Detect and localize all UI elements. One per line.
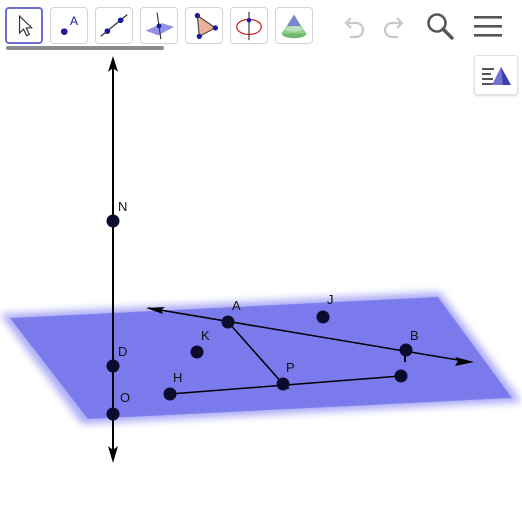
menu-icon xyxy=(474,16,502,37)
point-unlabeled[interactable] xyxy=(394,369,408,383)
cone-solid-tool-button[interactable] xyxy=(275,7,313,44)
redo-button[interactable] xyxy=(376,9,410,43)
move-tool-button[interactable] xyxy=(5,7,43,44)
plane-tool-button[interactable] xyxy=(140,7,178,44)
svg-text:P: P xyxy=(286,360,295,375)
main-menu-button[interactable] xyxy=(471,9,505,43)
point-n[interactable]: N xyxy=(106,199,128,228)
svg-text:A: A xyxy=(70,14,79,28)
circle-axis-tool-icon xyxy=(236,11,262,41)
svg-text:A: A xyxy=(232,298,241,313)
toolbar: A xyxy=(0,0,522,52)
polygon-tool-button[interactable] xyxy=(185,7,223,44)
line-tool-button[interactable] xyxy=(95,7,133,44)
svg-text:H: H xyxy=(173,370,182,385)
circle-axis-tool-button[interactable] xyxy=(230,7,268,44)
search-icon xyxy=(427,13,454,40)
toolbar-scrollbar[interactable] xyxy=(6,46,164,50)
svg-text:B: B xyxy=(410,328,419,343)
svg-text:N: N xyxy=(118,199,127,214)
search-button[interactable] xyxy=(423,9,457,43)
svg-text:O: O xyxy=(120,390,130,405)
move-tool-icon xyxy=(18,14,33,37)
redo-icon xyxy=(383,17,404,39)
graphics-3d-view[interactable]: N D O A J K B P H xyxy=(0,52,522,522)
undo-button[interactable] xyxy=(338,9,372,43)
point-tool-icon: A xyxy=(60,14,79,35)
plane-tool-icon xyxy=(145,12,175,40)
svg-text:D: D xyxy=(118,344,127,359)
point-tool-button[interactable]: A xyxy=(50,7,88,44)
line-tool-icon xyxy=(100,14,128,37)
polygon-tool-icon xyxy=(194,12,218,40)
svg-text:K: K xyxy=(201,328,210,343)
cone-solid-tool-icon xyxy=(281,14,307,39)
undo-icon xyxy=(344,17,365,39)
svg-text:J: J xyxy=(327,292,334,307)
